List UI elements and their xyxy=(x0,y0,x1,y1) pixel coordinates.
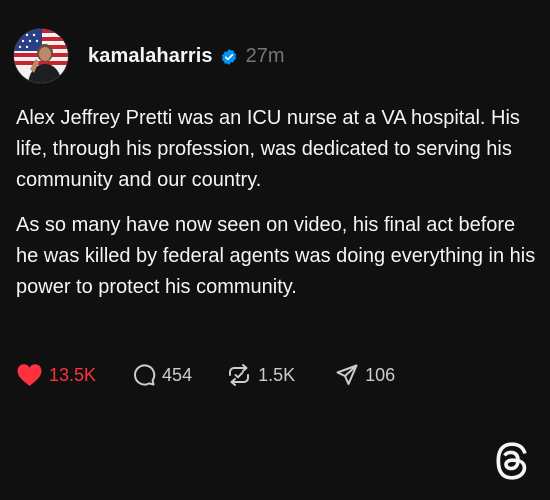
avatar[interactable] xyxy=(14,29,68,83)
avatar-image xyxy=(14,29,68,83)
threads-post: kamalaharris 27m Alex Jeffrey Pretti was… xyxy=(0,0,550,500)
post-timestamp: 27m xyxy=(245,44,285,67)
repost-button[interactable]: 1.5K xyxy=(226,363,295,387)
share-count: 106 xyxy=(365,364,396,385)
share-button[interactable]: 106 xyxy=(335,363,395,387)
like-count: 13.5K xyxy=(49,364,97,385)
post-actions: 13.5K 454 1.5K 106 xyxy=(16,360,395,390)
username[interactable]: kamalaharris xyxy=(88,45,213,68)
post-header: kamalaharris 27m xyxy=(14,28,285,84)
heart-icon xyxy=(16,363,43,387)
post-body: Alex Jeffrey Pretti was an ICU nurse at … xyxy=(16,103,536,317)
repost-count: 1.5K xyxy=(258,364,296,385)
post-paragraph: As so many have now seen on video, his f… xyxy=(16,214,536,298)
reply-button[interactable]: 454 xyxy=(132,363,192,387)
threads-logo-icon xyxy=(495,442,529,480)
reply-count: 454 xyxy=(162,364,193,385)
comment-icon xyxy=(132,363,156,387)
post-paragraph: Alex Jeffrey Pretti was an ICU nurse at … xyxy=(16,107,520,191)
repost-icon xyxy=(226,363,252,387)
verified-badge-icon xyxy=(220,48,238,66)
send-icon xyxy=(335,363,359,387)
like-button[interactable]: 13.5K xyxy=(16,363,96,387)
